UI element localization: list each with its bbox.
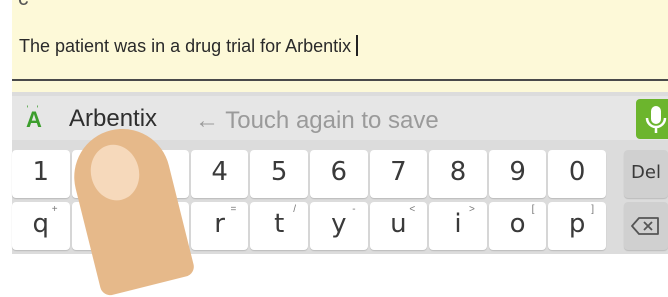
delete-key-label: Del [631, 162, 661, 183]
delete-key[interactable]: Del [624, 150, 668, 198]
text-cursor [356, 35, 359, 56]
backspace-key[interactable] [624, 202, 668, 250]
logo-spark-icon: ' ' [26, 104, 42, 114]
key-label: 1 [32, 157, 50, 187]
key-label: 8 [449, 157, 467, 187]
key-i[interactable]: > i [429, 202, 487, 250]
microphone-icon [645, 106, 667, 133]
key-y[interactable]: -y [310, 202, 368, 250]
key-8[interactable]: 8 [429, 150, 487, 198]
key-label: y [331, 209, 347, 239]
key-label: i [454, 209, 462, 239]
key-label: t [274, 209, 285, 239]
key-label: r [214, 209, 225, 239]
key-7[interactable]: 7 [369, 150, 428, 198]
key-label: o [509, 209, 526, 239]
key-label: 4 [211, 157, 228, 187]
key-label: p [568, 209, 586, 239]
key-label: 6 [330, 157, 348, 187]
key-label: 0 [568, 157, 586, 187]
key-4[interactable]: 4 [190, 150, 249, 198]
key-label: 9 [509, 157, 526, 187]
fingernail [84, 139, 146, 206]
key-t[interactable]: / t [250, 202, 308, 250]
key-5[interactable]: 5 [250, 150, 308, 198]
text-editor[interactable]: c The patient was in a drug trial for Ar… [12, 0, 668, 92]
keyboard-logo-button[interactable]: ' ' A [12, 102, 56, 138]
key-o[interactable]: [o [488, 202, 547, 250]
key-label: u [390, 209, 407, 239]
key-9[interactable]: 9 [488, 150, 547, 198]
key-label: 5 [270, 157, 288, 187]
key-label: q [32, 209, 50, 239]
key-u[interactable]: < u [369, 202, 428, 250]
key-0[interactable]: 0 [548, 150, 606, 198]
edit-text-content: The patient was in a drug trial for Arbe… [19, 36, 352, 56]
key-label: 7 [390, 157, 407, 187]
save-hint-text: ← Touch again to save [195, 107, 439, 134]
editor-underline [12, 79, 668, 81]
microphone-button[interactable] [636, 99, 668, 139]
key-6[interactable]: 6 [310, 150, 368, 198]
key-q[interactable]: + q [12, 202, 70, 250]
key-1[interactable]: 1 [12, 150, 70, 198]
key-p[interactable]: ] p [548, 202, 606, 250]
edit-text-line[interactable]: The patient was in a drug trial for Arbe… [19, 35, 359, 57]
backspace-icon [631, 217, 659, 235]
key-r[interactable]: = r [190, 202, 249, 250]
partial-text-line: c [18, 0, 29, 11]
